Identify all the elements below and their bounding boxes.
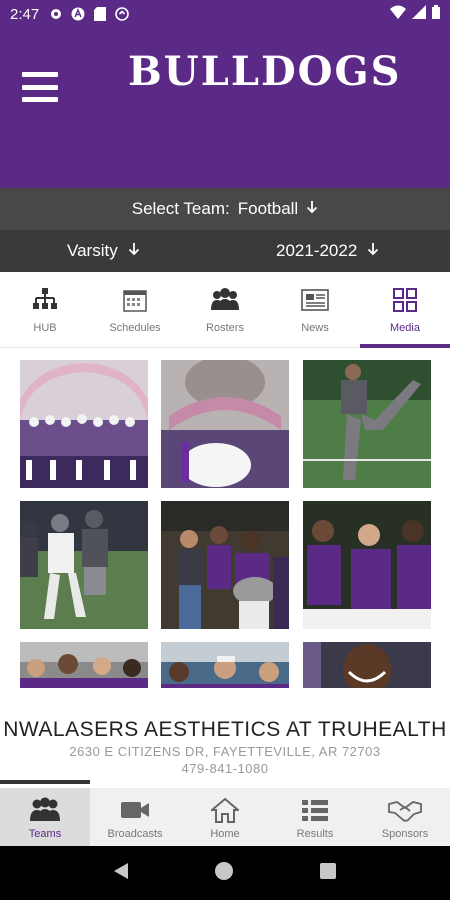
team-select-value: Football [237,199,299,218]
section-tabs: HUB Schedules Rosters News Media [0,272,450,348]
menu-icon-bar [22,72,58,77]
sponsor-progress-bar [0,780,90,784]
media-photo [303,360,431,488]
nav-home[interactable]: Home [180,788,270,846]
battery-icon [432,5,440,23]
media-photo [161,501,289,629]
app-title: BULLDOGS [128,48,402,95]
bottom-nav: Teams Broadcasts Home Results Sponsors [0,788,450,846]
status-time: 2:47 [10,5,40,23]
nav-label: Sponsors [381,828,429,840]
tab-schedules[interactable]: Schedules [90,272,180,347]
app-header: BULLDOGS [0,28,450,188]
media-photo [20,642,148,690]
home-icon [211,796,239,824]
nav-results[interactable]: Results [270,788,360,846]
media-thumbnail[interactable] [303,360,431,488]
tab-news[interactable]: News [270,272,360,347]
tab-label: HUB [33,322,57,334]
tab-label: Media [390,322,420,334]
tab-label: Rosters [206,322,244,334]
season-value: 2021-2022 [276,241,358,260]
menu-icon-bar [22,97,58,102]
tab-media[interactable]: Media [360,272,450,348]
arrow-down-icon [306,199,318,219]
tab-hub[interactable]: HUB [0,272,90,347]
media-thumbnail[interactable] [161,360,289,488]
media-thumbnail[interactable] [20,642,148,690]
media-thumbnail[interactable] [20,360,148,488]
menu-icon-bar [22,84,58,90]
menu-button[interactable] [22,72,58,102]
sd-card-icon [93,7,107,21]
media-photo [303,501,431,629]
media-thumbnail[interactable] [303,501,431,629]
season-dropdown[interactable]: 2021-2022 [276,230,379,272]
wifi-icon [390,5,406,23]
list-icon [301,796,329,824]
newspaper-icon [301,286,329,314]
sync-icon [115,7,130,21]
signal-icon [412,5,426,23]
sponsor-name: NWALASERS AESTHETICS AT TRUHEALTH [3,718,447,741]
back-icon[interactable] [113,862,129,885]
level-dropdown[interactable]: Varsity [67,230,140,272]
media-thumbnail[interactable] [161,501,289,629]
media-photo [303,642,431,690]
sponsor-phone: 479-841-1080 [181,761,269,776]
gear-icon [49,7,63,21]
tab-rosters[interactable]: Rosters [180,272,270,347]
nav-broadcasts[interactable]: Broadcasts [90,788,180,846]
video-icon [120,796,150,824]
arrow-down-icon [128,241,140,261]
sponsor-banner[interactable]: NWALASERS AESTHETICS AT TRUHEALTH 2630 E… [0,688,450,784]
recents-icon[interactable] [319,862,337,885]
a-icon [71,7,85,21]
arrow-down-icon [367,241,379,261]
media-photo [161,360,289,488]
group-icon [211,286,239,314]
sponsor-address: 2630 E CITIZENS DR, FAYETTEVILLE, AR 727… [69,744,381,759]
nav-label: Teams [28,828,62,840]
teams-icon [30,796,60,824]
nav-label: Home [210,828,240,840]
handshake-icon [388,796,422,824]
home-circle-icon[interactable] [214,861,234,886]
media-photo [161,642,289,690]
calendar-icon [123,286,147,314]
media-photo [20,501,148,629]
hierarchy-icon [32,286,58,314]
level-value: Varsity [67,241,118,260]
nav-sponsors[interactable]: Sponsors [360,788,450,846]
media-photo [20,360,148,488]
nav-label: Broadcasts [107,828,163,840]
nav-label: Results [296,828,334,840]
tab-label: Schedules [109,322,161,334]
grid-icon [393,286,417,314]
media-thumbnail[interactable] [161,642,289,690]
nav-teams[interactable]: Teams [0,788,90,846]
media-thumbnail[interactable] [20,501,148,629]
media-thumbnail[interactable] [303,642,431,690]
system-navigation-bar [0,846,450,900]
tab-label: News [301,322,329,334]
team-select-label: Select Team: [131,199,230,218]
filters-bar: Varsity 2021-2022 [0,230,450,272]
team-select[interactable]: Select Team: Football [0,188,450,230]
media-grid [20,360,432,690]
status-bar: 2:47 [0,0,450,28]
